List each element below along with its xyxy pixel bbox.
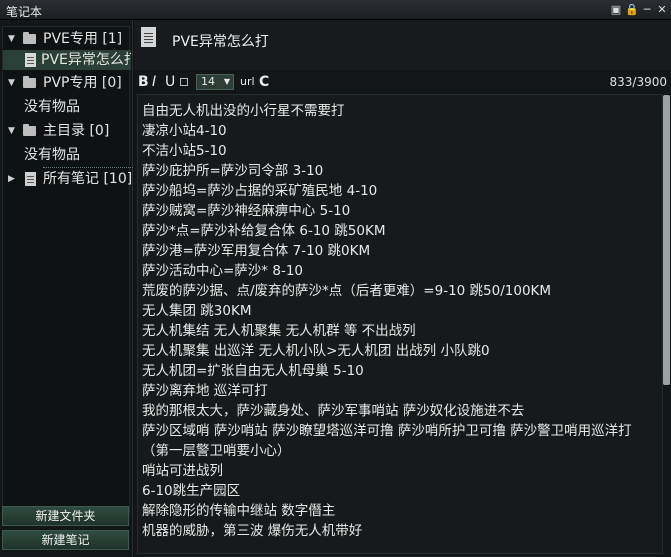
- lock-icon[interactable]: 🔒: [625, 3, 639, 17]
- text-line: 萨沙庇护所=萨沙司令部 3-10: [142, 163, 324, 179]
- folder-icon: [23, 124, 36, 136]
- note-header: PVE异常怎么打: [134, 20, 671, 70]
- underline-button[interactable]: U: [165, 72, 175, 92]
- text-line: 不洁小站5-10: [142, 143, 227, 159]
- text-line: 萨沙*点=萨沙补给复合体 6-10 跳50KM: [142, 223, 386, 239]
- url-button[interactable]: url: [240, 72, 255, 92]
- notes-icon: [25, 172, 36, 186]
- text-line: 无人机集结 无人机聚集 无人机群 等 不出战列: [142, 323, 416, 339]
- text-line: 萨沙船坞=萨沙占据的采矿殖民地 4-10: [142, 183, 378, 199]
- empty-label: 没有物品: [24, 147, 80, 163]
- empty-placeholder: 没有物品: [3, 97, 131, 117]
- window-title: 笔记本: [6, 5, 43, 19]
- chevron-down-icon[interactable]: ▼: [8, 121, 15, 141]
- folder-tree: ▼ PVE专用 [1] PVE异常怎么打 ▼ PVP专用 [0] 没有物品 ▼ …: [2, 26, 133, 516]
- chevron-right-icon[interactable]: ▶: [8, 169, 15, 189]
- text-line: 无人集团 跳30KM: [142, 303, 252, 319]
- folder-label: 主目录 [0]: [43, 123, 110, 139]
- text-line: 萨沙活动中心=萨沙* 8-10: [142, 263, 303, 279]
- sidebar: ▼ PVE专用 [1] PVE异常怎么打 ▼ PVP专用 [0] 没有物品 ▼ …: [0, 20, 133, 557]
- font-size-value: 14: [201, 75, 215, 88]
- note-editor[interactable]: 自由无人机出没的小行星不需要打 凄凉小站4-10 不洁小站5-10 萨沙庇护所=…: [137, 94, 663, 554]
- text-line: 荒废的萨沙据、点/废弃的萨沙*点（后者更难）=9-10 跳50/100KM: [142, 283, 552, 299]
- checkbox-icon[interactable]: [180, 78, 188, 86]
- text-line: 无人机团=扩张自由无人机母巢 5-10: [142, 363, 364, 379]
- pin-icon[interactable]: ▣: [609, 3, 623, 17]
- format-toolbar: B I U 14 ▼ url C 833/3900: [134, 72, 671, 92]
- color-button[interactable]: C: [259, 72, 269, 92]
- folder-pve[interactable]: ▼ PVE专用 [1]: [3, 29, 131, 49]
- chevron-down-icon[interactable]: ▼: [8, 73, 15, 93]
- chevron-down-icon[interactable]: ▼: [8, 29, 15, 49]
- all-notes-item[interactable]: ▶ 所有笔记 [10]: [3, 169, 131, 189]
- folder-pvp[interactable]: ▼ PVP专用 [0]: [3, 73, 131, 93]
- text-line: 我的那根太大，萨沙藏身处、萨沙军事哨站 萨沙奴化设施进不去: [142, 403, 525, 419]
- empty-label: 没有物品: [24, 99, 80, 115]
- chevron-down-icon: ▼: [223, 77, 230, 86]
- folder-icon: [23, 32, 36, 44]
- note-icon: [141, 27, 156, 47]
- text-line: 无人机聚集 出巡洋 无人机小队>无人机团 出战列 小队跳0: [142, 343, 490, 359]
- font-size-select[interactable]: 14 ▼: [196, 74, 234, 90]
- text-line: 哨站可进战列: [142, 463, 223, 479]
- editor-scrollbar[interactable]: [663, 95, 670, 385]
- note-panel: PVE异常怎么打 B I U 14 ▼ url C 833/3900 自由无人机…: [134, 20, 671, 557]
- note-item-pve-anomaly[interactable]: PVE异常怎么打: [3, 50, 131, 70]
- all-notes-label: 所有笔记 [10]: [43, 171, 131, 187]
- bold-button[interactable]: B: [138, 72, 149, 92]
- divider: [43, 167, 133, 168]
- text-line: （第一层警卫哨要小心）: [142, 443, 291, 459]
- char-counter: 833/3900: [609, 75, 668, 89]
- folder-main[interactable]: ▼ 主目录 [0]: [3, 121, 131, 141]
- folder-label: PVE专用 [1]: [43, 31, 123, 47]
- italic-button[interactable]: I: [152, 72, 156, 92]
- new-note-button[interactable]: 新建笔记: [2, 530, 129, 550]
- text-line: 6-10跳生产园区: [142, 483, 241, 499]
- note-label: PVE异常怎么打: [41, 52, 131, 68]
- text-line: 凄凉小站4-10: [142, 123, 227, 139]
- window-titlebar: 笔记本 ▣ 🔒 ─ ✕: [0, 0, 671, 20]
- folder-label: PVP专用 [0]: [43, 75, 122, 91]
- text-line: 机器的威胁，第三波 爆伤无人机带好: [142, 523, 363, 539]
- note-title[interactable]: PVE异常怎么打: [172, 31, 269, 51]
- empty-placeholder: 没有物品: [3, 145, 131, 165]
- text-line: 萨沙离弃地 巡洋可打: [142, 383, 268, 399]
- text-line: 萨沙港=萨沙军用复合体 7-10 跳0KM: [142, 243, 371, 259]
- text-line: 萨沙贼窝=萨沙神经麻痹中心 5-10: [142, 203, 351, 219]
- text-line: 自由无人机出没的小行星不需要打: [142, 103, 345, 119]
- text-line: 解除隐形的传输中继站 数字僭主: [142, 503, 336, 519]
- close-icon[interactable]: ✕: [655, 3, 669, 17]
- note-icon: [25, 53, 36, 67]
- new-folder-button[interactable]: 新建文件夹: [2, 506, 129, 526]
- minimize-icon[interactable]: ─: [640, 3, 654, 17]
- text-line: 萨沙区域哨 萨沙哨站 萨沙瞭望塔巡洋可撸 萨沙哨所护卫可撸 萨沙警卫哨用巡洋打: [142, 423, 632, 439]
- folder-icon: [23, 76, 36, 88]
